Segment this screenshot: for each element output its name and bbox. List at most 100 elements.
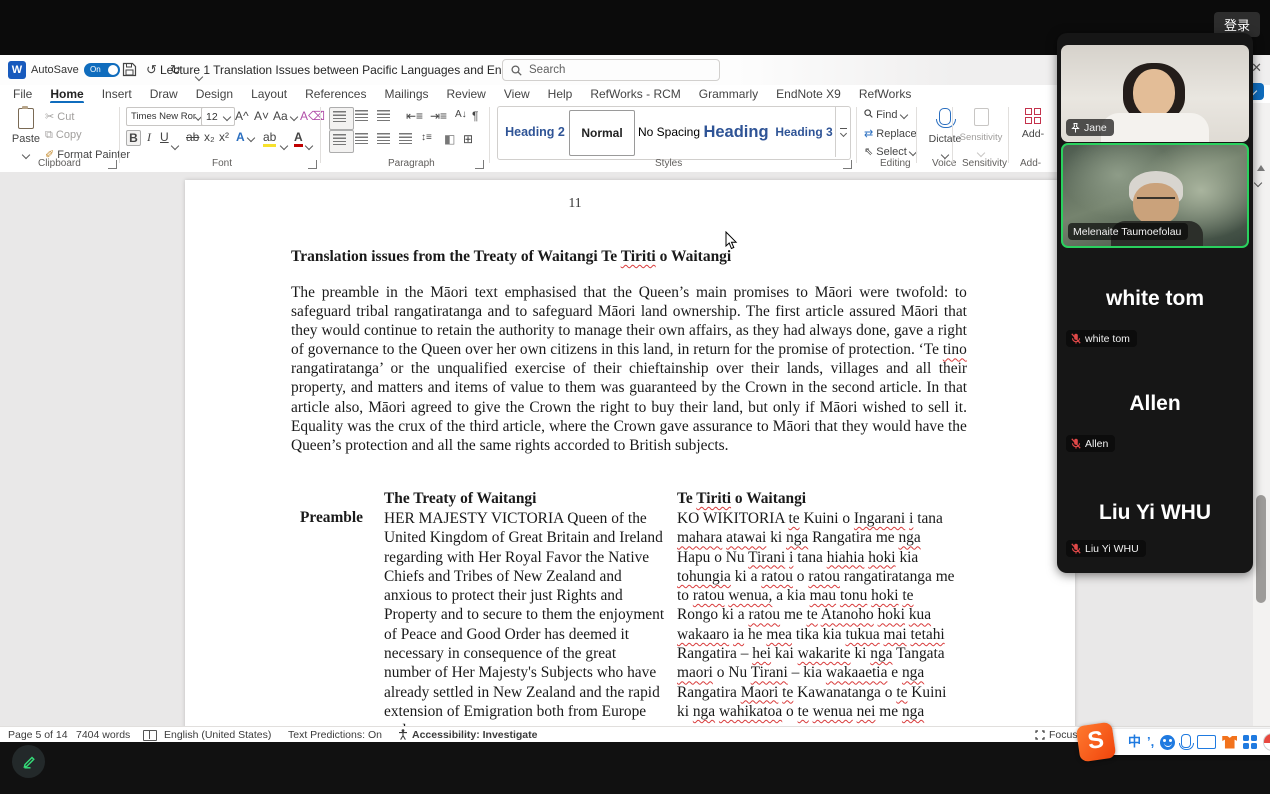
style-normal[interactable]: Normal (569, 110, 635, 156)
video-tile-jane[interactable]: Jane (1061, 45, 1249, 142)
ribbon-tab-layout[interactable]: Layout (242, 87, 296, 101)
ribbon-tab-review[interactable]: Review (438, 87, 495, 101)
pilcrow-icon[interactable]: ¶ (472, 109, 478, 123)
subscript-icon[interactable]: x₂ (204, 130, 215, 144)
decrease-indent-icon[interactable]: ⇤≡ (406, 109, 423, 123)
sogou-logo[interactable]: S (1076, 722, 1117, 763)
cut-button[interactable]: ✂ Cut (45, 110, 74, 123)
style-heading2[interactable]: Heading 2 (504, 107, 566, 157)
highlight-chevron-icon[interactable] (281, 136, 287, 154)
font-dialog-launcher[interactable] (308, 160, 317, 169)
style-gallery-more-icon[interactable] (835, 107, 850, 157)
highlight-color-icon[interactable]: ab (263, 130, 276, 147)
underline-icon[interactable]: U (160, 130, 169, 144)
paragraph-dialog-launcher[interactable] (475, 160, 484, 169)
find-button[interactable]: Find (864, 109, 907, 121)
assistant-panda-icon[interactable] (1263, 733, 1270, 751)
replace-button[interactable]: ⇄ Replace (864, 127, 917, 140)
font-family-select[interactable]: Times New Roman (126, 107, 206, 126)
ribbon-tab-refworks[interactable]: RefWorks (850, 87, 920, 101)
select-button[interactable]: ⇖ Select (864, 145, 916, 158)
ribbon-tab-mailings[interactable]: Mailings (375, 87, 437, 101)
align-center-icon[interactable] (355, 133, 368, 144)
ribbon-tab-design[interactable]: Design (187, 87, 242, 101)
save-icon[interactable] (122, 62, 137, 82)
font-color-chevron-icon[interactable] (306, 136, 312, 154)
ribbon-tab-insert[interactable]: Insert (93, 87, 141, 101)
chinese-mode-icon[interactable]: 中 (1128, 734, 1141, 750)
change-case-icon[interactable]: Aa (273, 109, 297, 123)
toolbox-grid-icon[interactable] (1243, 735, 1257, 749)
text-effects-icon[interactable]: A (236, 130, 254, 144)
copy-button[interactable]: ⧉ Copy (45, 129, 82, 142)
ribbon-collapse-icon[interactable] (1255, 173, 1261, 191)
italic-icon[interactable]: I (147, 130, 151, 145)
page-info[interactable]: Page 5 of 14 (8, 729, 68, 741)
voice-input-icon[interactable] (1181, 734, 1191, 748)
audio-tile-liu-yi-whu[interactable]: Liu Yi WHU Liu Yi WHU (1061, 459, 1249, 563)
numbering-icon[interactable] (355, 110, 368, 121)
increase-indent-icon[interactable]: ⇥≡ (430, 109, 447, 123)
accessibility-status[interactable]: Accessibility: Investigate (412, 729, 537, 741)
skin-shirt-icon[interactable] (1222, 736, 1237, 749)
emoji-icon[interactable] (1160, 735, 1175, 750)
line-spacing-icon[interactable]: ↕≡ (421, 132, 432, 143)
desktop-strip: 中 ’, S (0, 742, 1270, 794)
style-heading[interactable]: Heading (702, 107, 770, 157)
ribbon-tab-view[interactable]: View (495, 87, 539, 101)
annotate-pencil-button[interactable] (12, 745, 45, 778)
shading-icon[interactable]: ◧ (444, 132, 455, 146)
ribbon-tab-refworks-rcm[interactable]: RefWorks - RCM (581, 87, 689, 101)
vertical-scrollbar[interactable] (1253, 103, 1270, 726)
style-nospacing[interactable]: No Spacing (640, 107, 698, 157)
word-count[interactable]: 7404 words (76, 729, 130, 741)
bullets-icon[interactable] (329, 107, 354, 130)
align-left-icon[interactable] (329, 130, 354, 153)
ribbon-tab-home[interactable]: Home (41, 87, 92, 101)
search-input[interactable]: Search (502, 59, 720, 81)
align-right-icon[interactable] (377, 133, 390, 144)
grow-font-icon[interactable]: A^ (235, 109, 249, 123)
word-app-icon[interactable]: W (8, 61, 26, 79)
clear-formatting-icon[interactable]: A⌫ (300, 109, 325, 123)
sort-icon[interactable]: A↓ (455, 109, 467, 120)
document-heading: Translation issues from the Treaty of Wa… (291, 248, 971, 266)
style-heading3[interactable]: Heading 3 (775, 107, 833, 157)
focus-button[interactable]: Focus (1035, 729, 1078, 741)
autosave-toggle[interactable]: On (84, 63, 120, 77)
paste-button[interactable]: Paste (11, 108, 41, 163)
bold-icon[interactable]: B (126, 130, 141, 146)
ribbon-tab-file[interactable]: File (4, 87, 41, 101)
soft-keyboard-icon[interactable] (1197, 735, 1216, 749)
text-predictions-status[interactable]: Text Predictions: On (288, 729, 382, 741)
undo-icon[interactable]: ↺ (146, 62, 157, 78)
strikethrough-icon[interactable]: ab (186, 130, 199, 144)
ribbon-tab-draw[interactable]: Draw (141, 87, 187, 101)
font-size-select[interactable]: 12 (201, 107, 235, 126)
video-tile-melenaite[interactable]: Melenaite Taumoefolau (1061, 143, 1249, 248)
scrollbar-thumb[interactable] (1256, 495, 1266, 603)
styles-dialog-launcher[interactable] (843, 160, 852, 169)
ribbon-tab-endnote-x9[interactable]: EndNote X9 (767, 87, 850, 101)
audio-tile-allen[interactable]: Allen Allen (1061, 354, 1249, 458)
proofing-icon[interactable] (143, 730, 157, 741)
language-status[interactable]: English (United States) (164, 729, 271, 741)
punctuation-icon[interactable]: ’, (1147, 734, 1154, 750)
document-title-text: Lecture 1 Translation Issues between Pac… (160, 63, 555, 77)
document-page[interactable]: 11 Translation issues from the Treaty of… (185, 180, 1075, 726)
audio-tile-white-tom[interactable]: white tom white tom (1061, 249, 1249, 353)
superscript-icon[interactable]: x² (219, 130, 229, 144)
ribbon-tab-help[interactable]: Help (539, 87, 582, 101)
borders-icon[interactable]: ⊞ (463, 132, 473, 146)
clipboard-dialog-launcher[interactable] (108, 160, 117, 169)
underline-chevron-icon[interactable] (172, 136, 178, 154)
addins-button[interactable]: Add- (1016, 108, 1050, 140)
font-color-icon[interactable]: A (294, 130, 303, 147)
ribbon-tab-grammarly[interactable]: Grammarly (690, 87, 767, 101)
multilevel-list-icon[interactable] (377, 110, 390, 121)
ribbon-tab-references[interactable]: References (296, 87, 375, 101)
shrink-font-icon[interactable]: A˅ (254, 109, 269, 123)
justify-icon[interactable] (399, 133, 412, 144)
scroll-up-icon[interactable] (1257, 165, 1265, 171)
sensitivity-button[interactable]: Sensitivity (958, 108, 1004, 161)
